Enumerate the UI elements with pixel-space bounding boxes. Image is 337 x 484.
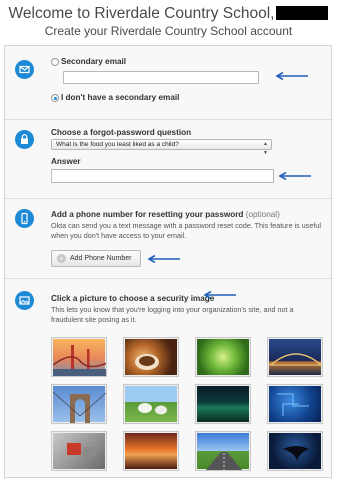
image-northern-lights[interactable] xyxy=(195,384,251,424)
select-arrows-icon: ▲ ▼ xyxy=(263,141,268,156)
image-golden-gate-bridge[interactable] xyxy=(51,337,107,377)
question-selected-value: What is the food you least liked as a ch… xyxy=(56,141,179,148)
phone-description-line1: Okta can send you a text message with a … xyxy=(51,221,321,230)
page-title: Welcome to Riverdale Country School, xyxy=(8,5,275,22)
picture-icon xyxy=(15,291,34,310)
phone-description-line2: when you don't have access to your email… xyxy=(51,231,187,240)
image-description-line1: This lets you know that you're logging i… xyxy=(51,305,294,314)
image-section-title: Click a picture to choose a security ima… xyxy=(51,294,215,303)
secondary-email-label: Secondary email xyxy=(61,57,127,66)
security-image-section: Click a picture to choose a security ima… xyxy=(5,279,331,477)
image-harbour-bridge-night[interactable] xyxy=(267,337,323,377)
phone-title-text: Add a phone number for resetting your pa… xyxy=(51,210,244,219)
forgot-password-section: Choose a forgot-password question What i… xyxy=(5,120,331,199)
image-sunset-clouds[interactable] xyxy=(123,431,179,471)
image-blue-circuit[interactable] xyxy=(267,384,323,424)
annotation-arrow-email xyxy=(275,72,308,80)
add-phone-number-button[interactable]: + Add Phone Number xyxy=(51,250,141,267)
envelope-icon xyxy=(15,60,34,79)
phone-section: Add a phone number for resetting your pa… xyxy=(5,199,331,279)
page-title-line: Welcome to Riverdale Country School, xyxy=(0,5,337,23)
answer-input[interactable] xyxy=(51,169,274,183)
image-coffee-cup[interactable] xyxy=(123,337,179,377)
image-red-keyboard[interactable] xyxy=(51,431,107,471)
question-select[interactable]: What is the food you least liked as a ch… xyxy=(51,139,272,156)
image-section-description: This lets you know that you're logging i… xyxy=(51,305,329,325)
secondary-email-radio[interactable] xyxy=(51,58,59,66)
page-subtitle: Create your Riverdale Country School acc… xyxy=(44,24,293,38)
question-label: Choose a forgot-password question xyxy=(51,128,192,137)
image-manta-ray[interactable] xyxy=(267,431,323,471)
image-brooklyn-bridge[interactable] xyxy=(51,384,107,424)
plus-icon: + xyxy=(57,254,66,263)
lock-icon xyxy=(15,130,34,149)
image-green-succulent[interactable] xyxy=(195,337,251,377)
no-secondary-email-label: I don't have a secondary email xyxy=(61,93,180,102)
account-setup-panel: Secondary email I don't have a secondary… xyxy=(4,45,332,478)
phone-description: Okta can send you a text message with a … xyxy=(51,221,329,241)
image-description-line2: fraudulent site posing as it. xyxy=(51,315,137,324)
mobile-phone-icon xyxy=(15,209,34,228)
optional-tag: (optional) xyxy=(245,210,280,219)
add-phone-number-label: Add Phone Number xyxy=(70,255,132,262)
secondary-email-input[interactable] xyxy=(63,71,259,84)
image-road-to-horizon[interactable] xyxy=(195,431,251,471)
image-goats-in-field[interactable] xyxy=(123,384,179,424)
page-header: Welcome to Riverdale Country School, Cre… xyxy=(0,0,337,44)
no-secondary-email-radio[interactable] xyxy=(51,94,59,102)
annotation-arrow-image xyxy=(203,291,236,299)
email-section: Secondary email I don't have a secondary… xyxy=(5,46,331,120)
phone-title: Add a phone number for resetting your pa… xyxy=(51,210,280,219)
annotation-arrow-phone xyxy=(147,255,180,263)
annotation-arrow-answer xyxy=(278,172,311,180)
answer-label: Answer xyxy=(51,157,81,166)
redacted-name xyxy=(276,6,329,20)
